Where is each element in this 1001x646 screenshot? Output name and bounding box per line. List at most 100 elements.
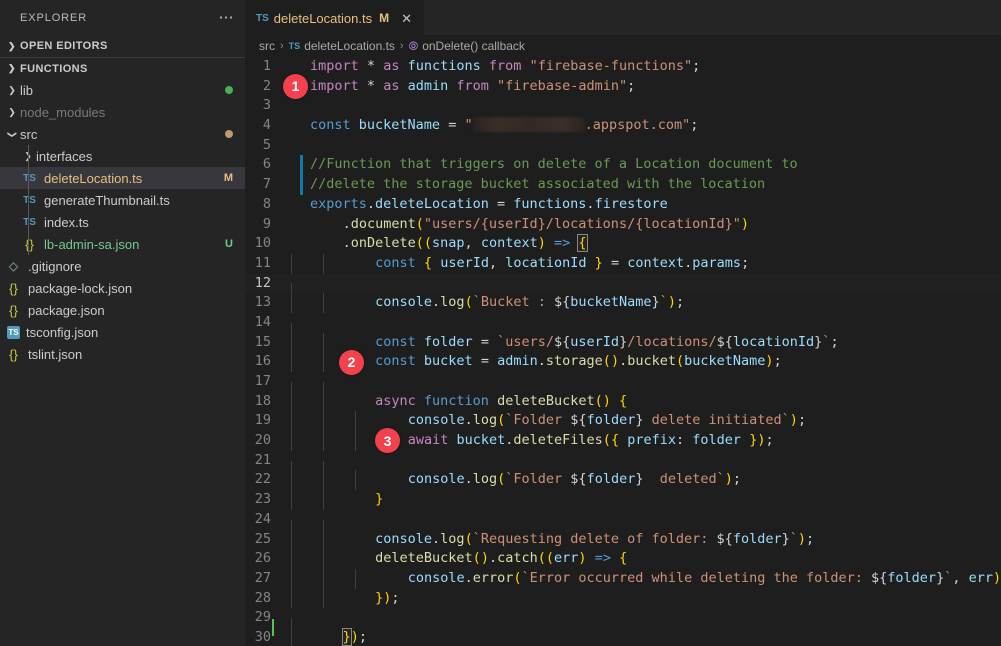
code-line-9[interactable]: 9 .document("users/{userId}/locations/{l…	[245, 215, 1001, 235]
code-line-17[interactable]: 17	[245, 372, 1001, 402]
code-line-5[interactable]: 5	[245, 136, 1001, 156]
code-text: const bucket = admin.storage().bucket(bu…	[291, 352, 1001, 372]
code-line-21[interactable]: 21	[245, 451, 1001, 481]
code-line-10[interactable]: 10 .onDelete((snap, context) => {	[245, 234, 1001, 254]
indent-guide	[355, 411, 356, 432]
tree-item-tslint-json[interactable]: {} tslint.json	[0, 343, 245, 365]
file-tree: ❯lib❯node_modules❯src❯interfacesTSdelete…	[0, 79, 245, 365]
sidebar-section-open-editors[interactable]: ❯ OPEN EDITORS	[0, 35, 245, 57]
tree-item-index-ts[interactable]: TS index.ts	[0, 211, 245, 233]
code-line-14[interactable]: 14	[245, 313, 1001, 343]
tree-item-package-json[interactable]: {} package.json	[0, 299, 245, 321]
indent-guide	[291, 490, 292, 510]
code-text: const folder = `users/${userId}/location…	[291, 332, 1001, 353]
code-line-20[interactable]: 20 await bucket.deleteFiles({ prefix: fo…	[245, 431, 1001, 451]
tree-indent-guide	[28, 189, 29, 211]
indent-guide	[291, 431, 292, 451]
tree-item-lb-admin-sa-json[interactable]: {} lb-admin-sa.json U	[0, 233, 245, 255]
line-number: 20	[254, 432, 271, 449]
indent-guide	[291, 627, 292, 646]
line-number: 10	[254, 235, 271, 252]
tree-item-label: package.json	[28, 302, 105, 318]
code-line-29[interactable]: 29	[245, 608, 1001, 638]
tree-item-label: tsconfig.json	[26, 324, 99, 340]
tree-indent-guide	[28, 167, 29, 189]
code-line-25[interactable]: 25 console.log(`Requesting delete of fol…	[245, 529, 1001, 550]
indent-guide	[323, 490, 324, 510]
code-line-27[interactable]: 27 console.error(`Error occurred while d…	[245, 568, 1001, 589]
code-line-24[interactable]: 24	[245, 510, 1001, 540]
indent-guide	[291, 411, 292, 432]
code-line-28[interactable]: 28 });	[245, 588, 1001, 609]
chevron-down-icon: ❯	[7, 130, 18, 138]
indent-guide	[323, 352, 324, 372]
code-line-7[interactable]: 7 //delete the storage bucket associated …	[245, 175, 1001, 195]
code-line-15[interactable]: 15 const folder = `users/${userId}/locat…	[245, 332, 1001, 353]
line-number: 4	[262, 117, 271, 134]
tree-item-lib[interactable]: ❯ lib	[0, 79, 245, 101]
tree-item--gitignore[interactable]: ◇ .gitignore	[0, 255, 245, 277]
line-number: 12	[254, 274, 271, 291]
ellipsis-icon[interactable]: ⋯	[217, 9, 238, 27]
tree-item-interfaces[interactable]: ❯interfaces	[0, 145, 245, 167]
code-line-30[interactable]: 30 });	[245, 627, 1001, 646]
code-line-8[interactable]: 8 exports.deleteLocation = functions.fire…	[245, 195, 1001, 215]
code-line-23[interactable]: 23 }	[245, 490, 1001, 510]
editor-area: TS deleteLocation.ts M ✕ src › TS delete…	[245, 0, 1001, 646]
code-text: deleteBucket().catch((err) => {	[291, 549, 1001, 569]
breadcrumb-folder[interactable]: src	[259, 39, 275, 53]
indent-guide	[323, 529, 324, 550]
code-text: .onDelete((snap, context) => {	[342, 234, 588, 253]
tree-item-label: lib	[20, 82, 34, 98]
line-number: 18	[254, 392, 271, 409]
indent-guide	[291, 391, 292, 412]
code-line-2[interactable]: 2 import * as admin from "firebase-admin"…	[245, 77, 1001, 97]
tree-item-label: tslint.json	[28, 346, 83, 362]
code-line-4[interactable]: 4 const bucketName = " .appspot.com";	[245, 116, 1001, 136]
line-number: 5	[262, 136, 271, 153]
tree-item-src[interactable]: ❯ src	[0, 123, 245, 145]
code-line-13[interactable]: 13 console.log(`Bucket : ${bucketName}`)…	[245, 293, 1001, 313]
code-line-19[interactable]: 19 console.log(`Folder ${folder} delete …	[245, 411, 1001, 432]
code-text: const bucketName = " .appspot.com";	[310, 117, 699, 134]
breadcrumb-symbol[interactable]: onDelete() callback	[422, 39, 525, 53]
indent-guide	[291, 352, 292, 372]
tree-item-deletelocation-ts[interactable]: TS deleteLocation.ts M	[0, 167, 245, 189]
ts-file-icon: TS	[23, 216, 36, 228]
indent-guide	[291, 588, 292, 609]
json-file-icon: {}	[25, 236, 34, 252]
bracket-match: }	[341, 627, 352, 646]
code-line-11[interactable]: 11 const { userId, locationId } = contex…	[245, 253, 1001, 274]
code-line-22[interactable]: 22 console.log(`Folder ${folder} deleted…	[245, 470, 1001, 491]
vscode-window: EXPLORER ⋯ ❯ OPEN EDITORS ❯ FUNCTIONS ❯ l…	[0, 0, 1001, 646]
code-line-3[interactable]: 3	[245, 96, 1001, 116]
close-icon[interactable]: ✕	[398, 11, 415, 26]
tab-deleteLocation-ts[interactable]: TS deleteLocation.ts M ✕	[245, 0, 424, 35]
tree-item-tsconfig-json[interactable]: TS tsconfig.json	[0, 321, 245, 343]
line-number: 7	[262, 176, 271, 193]
line-number: 19	[254, 412, 271, 429]
line-number: 8	[262, 195, 271, 212]
tree-item-node-modules[interactable]: ❯ node_modules	[0, 101, 245, 123]
indent-guide	[291, 293, 292, 313]
indent-guide	[355, 431, 356, 451]
code-line-26[interactable]: 26 deleteBucket().catch((err) => {	[245, 549, 1001, 569]
code-text: });	[291, 627, 1001, 646]
tree-item-package-lock-json[interactable]: {} package-lock.json	[0, 277, 245, 299]
code-line-6[interactable]: 6 //Function that triggers on delete of a…	[245, 155, 1001, 176]
line-number: 30	[254, 628, 271, 645]
code-text: async function deleteBucket() {	[291, 391, 1001, 412]
tree-item-label: package-lock.json	[28, 280, 133, 296]
code-line-1[interactable]: 1 import * as functions from "firebase-fu…	[245, 57, 1001, 77]
indent-guide	[355, 568, 356, 589]
code-line-12[interactable]: 12	[245, 273, 1001, 304]
code-text: });	[291, 588, 1001, 609]
ts-file-icon: TS	[23, 172, 36, 184]
code-line-18[interactable]: 18 async function deleteBucket() {	[245, 391, 1001, 412]
tree-item-generatethumbnail-ts[interactable]: TS generateThumbnail.ts	[0, 189, 245, 211]
indent-guide	[323, 431, 324, 451]
sidebar-section-functions[interactable]: ❯ FUNCTIONS	[0, 57, 245, 79]
annotation-badge-2: 2	[339, 349, 364, 375]
breadcrumb-file[interactable]: deleteLocation.ts	[304, 39, 395, 53]
line-number: 28	[254, 589, 271, 606]
